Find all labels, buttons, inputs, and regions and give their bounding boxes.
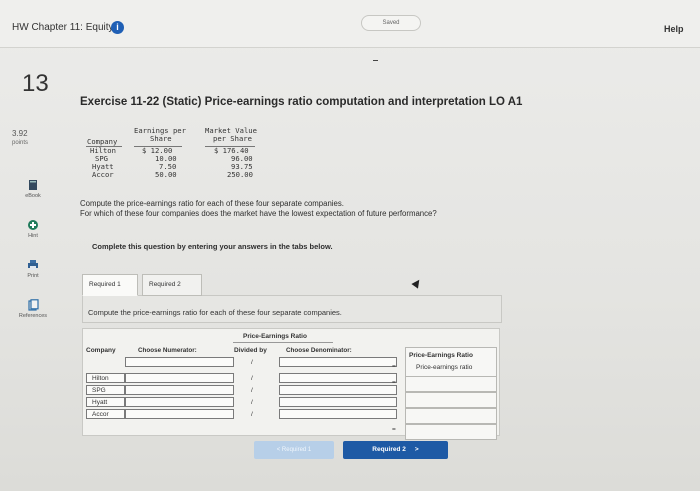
sidebar-item-label: Hint <box>28 233 38 239</box>
next-button-label: Required 2 <box>372 446 406 453</box>
sidebar-item-references[interactable]: References <box>5 299 61 319</box>
numerator-header-select[interactable] <box>125 357 234 367</box>
numerator-input[interactable] <box>125 385 234 395</box>
divide-symbol: / <box>251 399 253 406</box>
sidebar-item-label: eBook <box>25 193 41 199</box>
group-header: Price-Earnings Ratio <box>243 333 307 340</box>
minus-mark <box>373 60 378 61</box>
column-header-company: Company <box>86 347 116 354</box>
result-unit-label: Price-earnings ratio <box>416 364 473 371</box>
denominator-input[interactable] <box>279 373 397 383</box>
column-header-divided-by: Divided by <box>234 347 267 354</box>
header-company: Company <box>87 137 118 146</box>
equals-symbol: = <box>392 426 396 433</box>
equals-symbol: = <box>392 363 396 370</box>
tab-required-1[interactable]: Required 1 <box>82 274 138 296</box>
numerator-input[interactable] <box>125 409 234 419</box>
column-header-numerator: Choose Numerator: <box>138 347 197 354</box>
previous-button-label: Required 1 <box>281 447 312 453</box>
denominator-input[interactable] <box>279 409 397 419</box>
company-name: Hyatt <box>92 399 108 406</box>
tab-label: Required 1 <box>89 281 121 288</box>
numerator-input[interactable] <box>125 373 234 383</box>
divide-symbol: / <box>251 359 253 366</box>
prompt-line: For which of these four companies does t… <box>80 209 437 218</box>
saved-status: Saved <box>361 15 421 31</box>
denominator-header-select[interactable] <box>279 357 397 367</box>
next-button[interactable]: Required 2 > <box>343 441 448 459</box>
group-rule <box>233 342 333 343</box>
header-eps-line2: Share <box>150 134 172 143</box>
result-input[interactable] <box>405 376 497 392</box>
company-name: Accor <box>92 411 109 418</box>
assignment-title: HW Chapter 11: Equity <box>12 22 114 33</box>
denominator-input[interactable] <box>279 397 397 407</box>
header-mv-line2: per Share <box>213 134 252 143</box>
tab-required-2[interactable]: Required 2 <box>142 274 202 296</box>
tab-prompt: Compute the price-earnings ratio for eac… <box>88 308 342 317</box>
points-value: 3.92 <box>12 129 28 138</box>
references-icon <box>28 299 39 311</box>
info-icon[interactable]: i <box>111 21 124 34</box>
row-eps: 50.00 <box>155 170 177 179</box>
previous-button[interactable]: < Required 1 <box>254 441 334 459</box>
points-label: points <box>12 140 29 146</box>
question-prompt: Compute the price-earnings ratio for eac… <box>80 199 437 219</box>
instructions-banner: Complete this question by entering your … <box>92 242 333 251</box>
row-mv: 250.00 <box>227 170 253 179</box>
divide-symbol: / <box>251 387 253 394</box>
column-header-result: Price-Earnings Ratio <box>409 352 473 359</box>
row-company: Accor <box>92 170 114 179</box>
mouse-cursor-icon <box>411 277 423 289</box>
answer-table: Price-Earnings Ratio Company Choose Nume… <box>82 328 500 440</box>
print-icon <box>28 260 38 270</box>
divide-symbol: / <box>251 411 253 418</box>
company-name: SPG <box>92 387 106 394</box>
sidebar-item-ebook[interactable]: eBook <box>5 179 61 199</box>
tab-label: Required 2 <box>149 281 181 288</box>
top-bar: HW Chapter 11: Equity i Saved Help <box>0 0 700 48</box>
question-number: 13 <box>22 70 49 97</box>
sidebar-item-hint[interactable]: Hint <box>5 219 61 239</box>
page: HW Chapter 11: Equity i Saved Help 13 3.… <box>0 0 700 491</box>
divide-symbol: / <box>251 375 253 382</box>
exercise-title: Exercise 11-22 (Static) Price-earnings r… <box>80 96 523 108</box>
column-header-denominator: Choose Denominator: <box>286 347 352 354</box>
result-input[interactable] <box>405 392 497 408</box>
sidebar-item-label: Print <box>27 273 39 279</box>
sidebar-item-label: References <box>18 313 48 319</box>
numerator-input[interactable] <box>125 397 234 407</box>
chevron-left-icon: < <box>276 447 281 453</box>
book-icon <box>29 180 37 190</box>
help-link[interactable]: Help <box>664 24 684 34</box>
company-name: Hilton <box>92 375 109 382</box>
hint-icon <box>28 220 38 230</box>
result-input[interactable] <box>405 424 497 440</box>
prompt-line: Compute the price-earnings ratio for eac… <box>80 199 344 208</box>
sidebar-item-print[interactable]: Print <box>5 259 61 279</box>
chevron-right-icon: > <box>414 446 419 453</box>
denominator-input[interactable] <box>279 385 397 395</box>
result-input[interactable] <box>405 408 497 424</box>
